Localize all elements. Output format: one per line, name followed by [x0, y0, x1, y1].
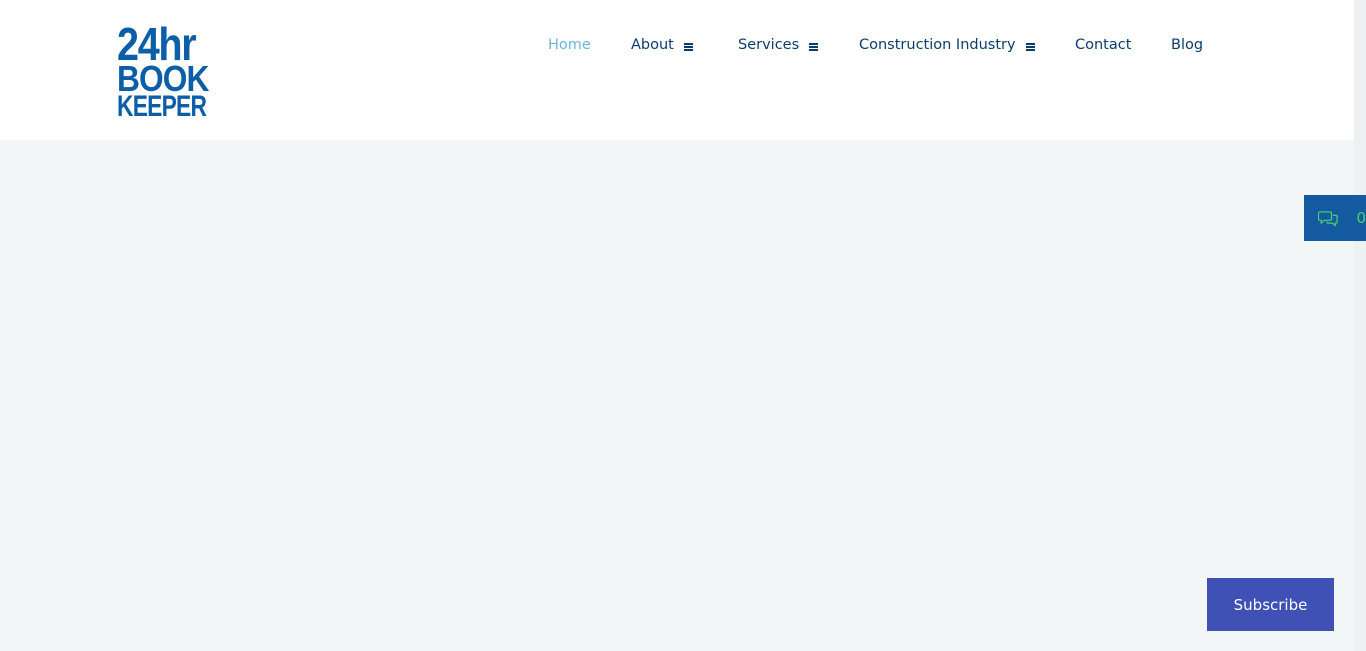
chat-bubbles-icon	[1318, 211, 1338, 227]
nav-item-about[interactable]: About	[631, 34, 694, 56]
chat-tab[interactable]: 0	[1304, 195, 1366, 241]
hamburger-icon	[1025, 42, 1036, 51]
nav-item-label: Contact	[1075, 37, 1132, 53]
scrollbar-track[interactable]	[1354, 0, 1366, 651]
nav-item-label: About	[631, 37, 674, 53]
hamburger-icon	[809, 42, 819, 51]
page: 24hr BOOK KEEPER Home About Services Con…	[0, 0, 1366, 651]
main-nav: Home About Services Construction Industr…	[0, 34, 1354, 56]
nav-item-contact[interactable]: Contact	[1075, 34, 1131, 56]
nav-item-label: Blog	[1171, 37, 1204, 53]
logo-line-2: BOOK	[117, 58, 209, 99]
site-header: 24hr BOOK KEEPER Home About Services Con…	[0, 0, 1354, 140]
nav-item-construction-industry[interactable]: Construction Industry	[859, 34, 1036, 56]
nav-item-label: Home	[548, 37, 591, 53]
subscribe-button[interactable]: Subscribe	[1207, 578, 1334, 631]
nav-item-blog[interactable]: Blog	[1171, 34, 1203, 56]
nav-item-label: Construction Industry	[859, 37, 1016, 53]
chat-tab-text: 0	[1356, 209, 1366, 227]
nav-item-label: Services	[738, 37, 800, 53]
nav-item-home[interactable]: Home	[548, 34, 591, 56]
hamburger-icon	[683, 42, 694, 51]
logo-line-3: KEEPER	[117, 90, 207, 123]
nav-item-services[interactable]: Services	[738, 34, 819, 56]
